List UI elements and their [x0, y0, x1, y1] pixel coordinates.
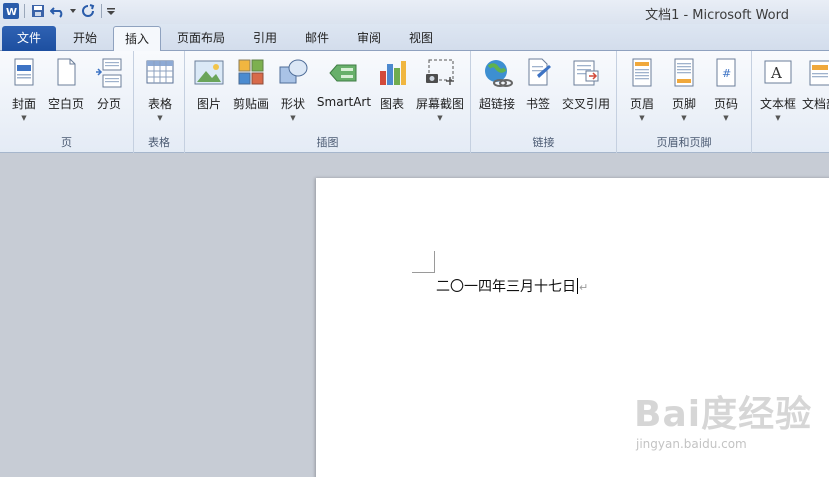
- shapes-label: 形状: [280, 97, 305, 111]
- tab-insert[interactable]: 插入: [113, 26, 161, 52]
- footer-label: 页脚: [671, 97, 696, 111]
- group-links-label: 链接: [532, 136, 555, 149]
- clip-art-label: 剪贴画: [232, 97, 269, 111]
- shapes-icon: [277, 57, 309, 89]
- tab-view[interactable]: 视图: [397, 26, 445, 51]
- chevron-down-icon: ▼: [437, 114, 443, 122]
- window-title: 文档1 - Microsoft Word: [645, 8, 789, 23]
- paragraph-mark: ↵: [579, 281, 589, 294]
- table-label: 表格: [147, 97, 172, 111]
- page-number-label: 页码: [713, 97, 738, 111]
- blank-page-label: 空白页: [47, 97, 84, 111]
- quick-parts-button[interactable]: 文档部: [800, 55, 829, 127]
- group-header-footer-label: 页眉和页脚: [656, 136, 712, 149]
- clip-art-icon: [235, 57, 267, 89]
- cross-reference-label: 交叉引用: [561, 97, 610, 111]
- header-label: 页眉: [629, 97, 654, 111]
- chevron-down-icon: ▼: [21, 114, 27, 122]
- group-header-footer: 页眉 ▼ 页脚 ▼ # 页码 ▼ 页眉和页脚: [617, 51, 752, 153]
- tab-references[interactable]: 引用: [241, 26, 289, 51]
- watermark-logo: Bai度经验: [634, 394, 813, 435]
- table-icon: [144, 57, 176, 89]
- hyperlink-button[interactable]: 超链接: [475, 55, 519, 127]
- group-tables: 表格 ▼ 表格: [134, 51, 185, 153]
- screenshot-button[interactable]: 屏幕截图 ▼: [413, 55, 467, 127]
- tab-review[interactable]: 审阅: [345, 26, 393, 51]
- blank-page-button[interactable]: 空白页: [45, 55, 87, 127]
- text-box-label: 文本框: [759, 97, 796, 111]
- screenshot-icon: [424, 57, 456, 89]
- text-box-icon: A: [762, 57, 794, 89]
- chart-icon: [376, 57, 408, 89]
- svg-text:A: A: [770, 64, 782, 82]
- smartart-button[interactable]: SmartArt: [315, 55, 373, 127]
- hyperlink-label: 超链接: [478, 97, 515, 111]
- tab-home[interactable]: 开始: [60, 26, 110, 51]
- group-text: A 文本框 ▼ 文档部: [752, 51, 829, 153]
- chevron-down-icon: ▼: [639, 114, 645, 122]
- chevron-down-icon: ▼: [681, 114, 687, 122]
- text-cursor: [577, 278, 578, 294]
- page-number-button[interactable]: # 页码 ▼: [707, 55, 745, 127]
- cross-reference-icon: [570, 57, 602, 89]
- watermark-url: jingyan.baidu.com: [636, 437, 747, 451]
- bookmark-label: 书签: [525, 97, 550, 111]
- margin-corner-mark: [412, 251, 435, 273]
- blank-page-icon: [50, 57, 82, 89]
- group-illustrations: 图片 剪贴画 形状 ▼ SmartArt 图表 屏幕截图 ▼ 插图: [185, 51, 471, 153]
- footer-icon: [668, 57, 700, 89]
- chart-label: 图表: [379, 97, 404, 111]
- table-button[interactable]: 表格 ▼: [140, 55, 180, 127]
- hyperlink-icon: [481, 57, 513, 89]
- group-tables-label: 表格: [148, 136, 170, 149]
- page-number-icon: #: [710, 57, 742, 89]
- smartart-icon: [328, 57, 360, 89]
- chevron-down-icon: ▼: [723, 114, 729, 122]
- page-break-icon: [93, 57, 125, 89]
- page-break-label: 分页: [96, 97, 121, 111]
- picture-label: 图片: [196, 97, 221, 111]
- cross-reference-button[interactable]: 交叉引用: [559, 55, 613, 127]
- header-icon: [626, 57, 658, 89]
- group-pages: 封面 ▼ 空白页 分页 页: [0, 51, 134, 153]
- clip-art-button[interactable]: 剪贴画: [231, 55, 271, 127]
- tab-file[interactable]: 文件: [2, 26, 56, 51]
- smartart-label: SmartArt: [316, 95, 372, 109]
- cover-page-button[interactable]: 封面 ▼: [4, 55, 44, 127]
- baidu-watermark: Bai度经验 jingyan.baidu.com: [630, 385, 820, 465]
- quick-parts-label: 文档部: [801, 97, 829, 111]
- header-button[interactable]: 页眉 ▼: [623, 55, 661, 127]
- title-bar: W 文档1 - Microsoft Word: [0, 0, 829, 24]
- bookmark-icon: [522, 57, 554, 89]
- document-text[interactable]: 二〇一四年三月十七日: [436, 279, 576, 295]
- group-illustrations-label: 插图: [316, 136, 339, 149]
- tab-page-layout[interactable]: 页面布局: [167, 26, 235, 51]
- ribbon-insert: 封面 ▼ 空白页 分页 页 表格 ▼ 表格 图片 剪贴画 形状 ▼ SmartA…: [0, 51, 829, 153]
- chevron-down-icon: ▼: [157, 114, 163, 122]
- group-pages-label: 页: [61, 136, 72, 149]
- chevron-down-icon: ▼: [290, 114, 296, 122]
- svg-text:#: #: [722, 67, 731, 80]
- screenshot-label: 屏幕截图: [415, 97, 464, 111]
- quick-parts-icon: [804, 57, 829, 89]
- picture-button[interactable]: 图片: [191, 55, 227, 127]
- chart-button[interactable]: 图表: [375, 55, 409, 127]
- document-body[interactable]: 二〇一四年三月十七日 ↵: [436, 276, 588, 296]
- text-box-button[interactable]: A 文本框 ▼: [756, 55, 800, 127]
- tab-mailings[interactable]: 邮件: [293, 26, 341, 51]
- chevron-down-icon: ▼: [775, 114, 781, 122]
- cover-page-label: 封面: [11, 97, 36, 111]
- cover-page-icon: [8, 57, 40, 89]
- shapes-button[interactable]: 形状 ▼: [275, 55, 311, 127]
- ribbon-tabs: 文件 开始 插入 页面布局 引用 邮件 审阅 视图: [0, 24, 829, 52]
- group-links: 超链接 书签 交叉引用 链接: [471, 51, 617, 153]
- picture-icon: [193, 57, 225, 89]
- bookmark-button[interactable]: 书签: [521, 55, 555, 127]
- footer-button[interactable]: 页脚 ▼: [665, 55, 703, 127]
- page-break-button[interactable]: 分页: [90, 55, 128, 127]
